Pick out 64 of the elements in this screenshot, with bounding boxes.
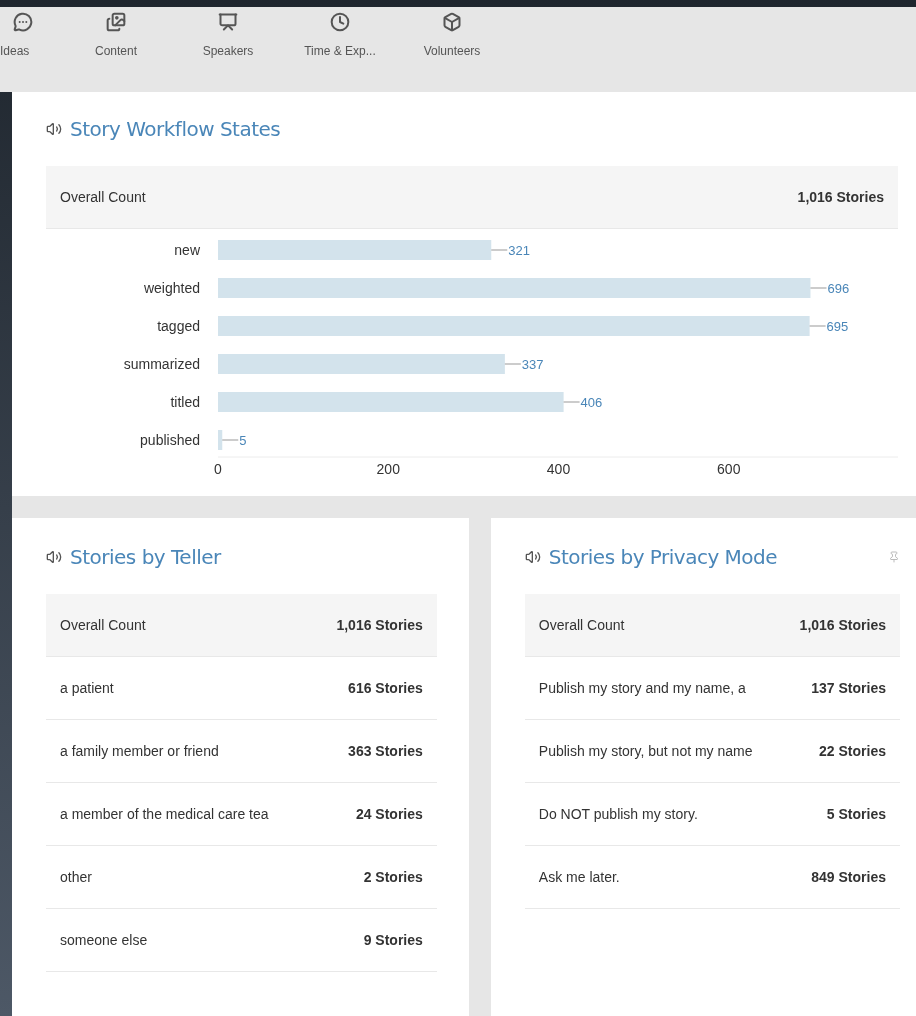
row-label: a patient bbox=[60, 680, 114, 696]
value-label: 5 bbox=[239, 433, 247, 448]
section-title: Story Workflow States bbox=[70, 117, 281, 141]
row-label: other bbox=[60, 869, 92, 885]
speaker-icon bbox=[46, 549, 62, 565]
row-value: 9 Stories bbox=[363, 932, 423, 948]
row-label: a family member or friend bbox=[60, 743, 219, 759]
leader-line bbox=[563, 401, 581, 403]
toolbar-button[interactable]: Speakers bbox=[172, 12, 284, 58]
row-label: Ask me later. bbox=[538, 869, 620, 885]
row-label: Overall Count bbox=[538, 617, 625, 633]
row-value: 22 Stories bbox=[819, 743, 886, 759]
leader-line bbox=[490, 249, 508, 251]
row-label: Publish my story and my name, a bbox=[538, 680, 746, 696]
row-label: a member of the medical care tea bbox=[60, 806, 269, 822]
toolbar-button[interactable]: Time & Exp... bbox=[284, 12, 396, 58]
row-value: 363 Stories bbox=[348, 743, 423, 759]
row-value: 137 Stories bbox=[811, 680, 886, 696]
category-label: weighted bbox=[143, 280, 200, 296]
axis-tick-label: 600 bbox=[717, 461, 741, 477]
row-label: Publish my story, but not my name bbox=[538, 743, 753, 759]
row-value: 24 Stories bbox=[355, 806, 423, 822]
speaker-icon bbox=[524, 549, 541, 565]
row-value: 5 Stories bbox=[826, 806, 886, 822]
axis-tick-label: 200 bbox=[376, 461, 400, 477]
category-label: new bbox=[174, 242, 200, 258]
row-value: 1,016 Stories bbox=[797, 189, 884, 205]
pictures-icon bbox=[106, 12, 126, 32]
speaker-icon bbox=[46, 121, 62, 137]
row-value: 616 Stories bbox=[348, 680, 423, 696]
toolbar-button[interactable]: Ideas bbox=[0, 12, 60, 58]
category-label: published bbox=[140, 432, 200, 448]
pin-icon[interactable] bbox=[888, 551, 900, 563]
bar bbox=[218, 430, 223, 450]
category-label: summarized bbox=[123, 356, 200, 372]
value-label: 695 bbox=[826, 319, 849, 334]
row-value: 849 Stories bbox=[811, 869, 886, 885]
presentation-board-icon bbox=[218, 12, 238, 32]
leader-line bbox=[809, 287, 827, 289]
leader-line bbox=[221, 439, 239, 441]
row-value: 2 Stories bbox=[363, 869, 423, 885]
value-label: 337 bbox=[521, 357, 544, 372]
row-label: someone else bbox=[60, 932, 148, 948]
section-title: Stories by Privacy Mode bbox=[548, 545, 778, 569]
toolbar-button[interactable]: Volunteers bbox=[396, 12, 508, 58]
row-value: 1,016 Stories bbox=[336, 617, 423, 633]
box-icon bbox=[442, 12, 462, 32]
axis-tick-label: 0 bbox=[214, 461, 222, 477]
value-label: 406 bbox=[580, 395, 603, 410]
category-label: titled bbox=[170, 394, 200, 410]
leader-line bbox=[504, 363, 522, 365]
section-title: Stories by Teller bbox=[70, 545, 221, 569]
row-label: Overall Count bbox=[60, 189, 146, 205]
value-label: 696 bbox=[827, 281, 850, 296]
category-label: tagged bbox=[157, 318, 200, 334]
value-label: 321 bbox=[508, 243, 530, 258]
leader-line bbox=[809, 325, 827, 327]
row-label: Overall Count bbox=[60, 617, 146, 633]
toolbar-button[interactable]: Content bbox=[60, 12, 172, 58]
row-value: 1,016 Stories bbox=[799, 617, 886, 633]
clock-icon bbox=[330, 12, 350, 32]
axis-tick-label: 400 bbox=[546, 461, 571, 477]
row-label: Do NOT publish my story. bbox=[538, 806, 698, 822]
speech-bubble-icon bbox=[13, 12, 33, 32]
